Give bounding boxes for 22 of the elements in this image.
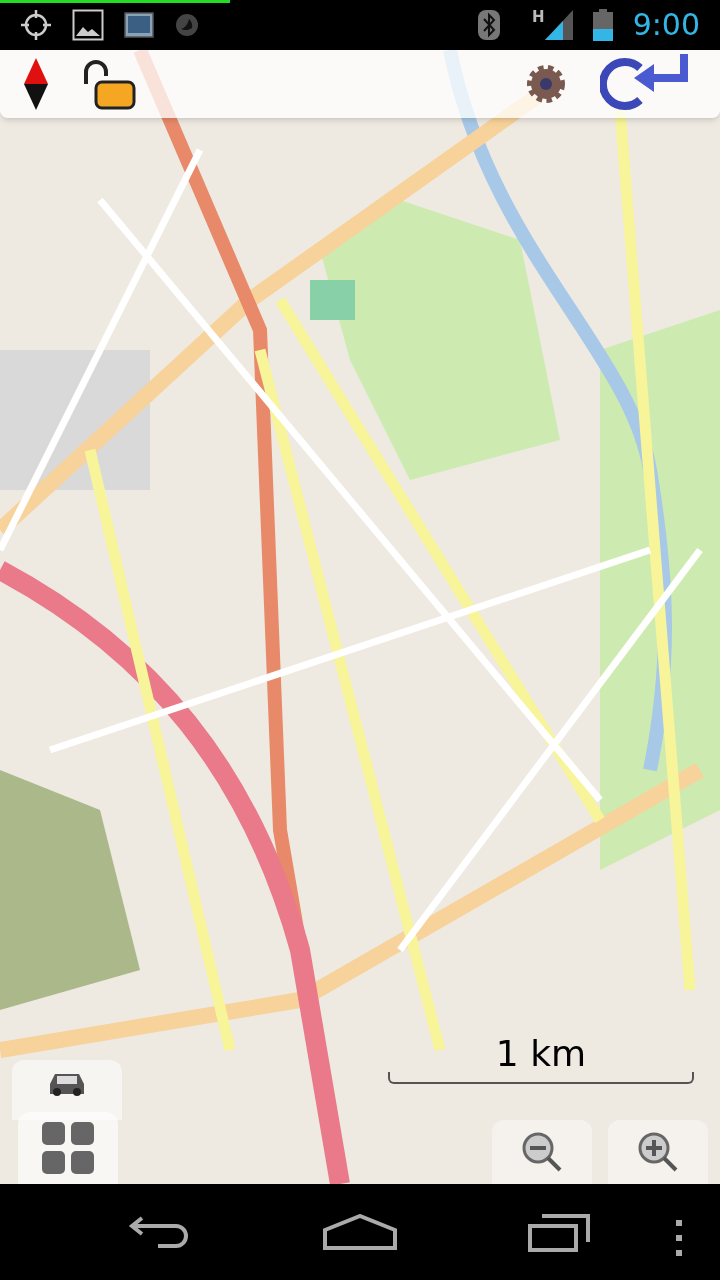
bluetooth-icon: [478, 10, 501, 40]
image-icon: [72, 9, 104, 41]
network-type: H: [532, 10, 545, 25]
home-icon[interactable]: [323, 1214, 397, 1250]
gps-icon: [20, 9, 52, 41]
clock-time: 9:00: [632, 10, 700, 40]
zoom-in-button[interactable]: [608, 1120, 708, 1184]
scale-label: 1 km: [495, 1036, 587, 1072]
battery-icon: [592, 9, 613, 41]
globe-icon: [174, 12, 200, 38]
grid-icon: [40, 1120, 96, 1176]
monitor-icon: [124, 12, 154, 38]
overflow-menu-icon[interactable]: [674, 1220, 684, 1258]
zoom-in-icon: [636, 1130, 680, 1174]
signal-icon: [544, 10, 573, 40]
car-button[interactable]: [12, 1060, 122, 1120]
menu-button[interactable]: [18, 1112, 118, 1184]
compass-icon[interactable]: [24, 58, 48, 110]
zoom-out-button[interactable]: [492, 1120, 592, 1184]
settings-icon[interactable]: [524, 62, 568, 106]
zoom-out-icon: [520, 1130, 564, 1174]
recent-apps-icon[interactable]: [525, 1212, 592, 1252]
